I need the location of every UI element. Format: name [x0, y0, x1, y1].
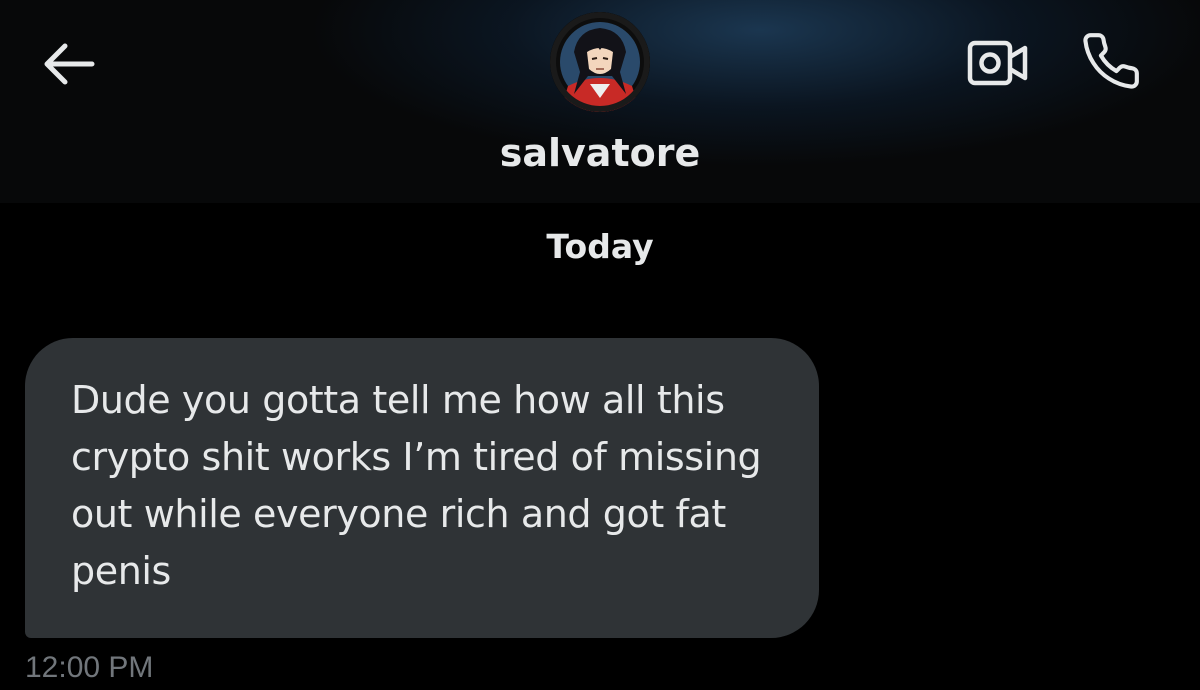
avatar[interactable] — [550, 12, 650, 112]
voice-call-button[interactable] — [1078, 30, 1144, 92]
message-timestamp: 12:00 PM — [25, 651, 154, 684]
phone-icon — [1083, 33, 1139, 89]
video-call-button[interactable] — [964, 36, 1032, 92]
video-camera-icon — [967, 40, 1028, 86]
dm-conversation-screen: salvatore Today Dude you gotta tell me h… — [0, 0, 1200, 690]
avatar-anime-character — [550, 12, 650, 112]
date-separator: Today — [546, 227, 654, 266]
conversation-header: salvatore — [0, 0, 1200, 203]
contact-name[interactable]: salvatore — [0, 128, 1200, 178]
back-button[interactable] — [38, 36, 98, 92]
received-message-bubble[interactable]: Dude you gotta tell me how all this cryp… — [25, 338, 819, 638]
message-text: Dude you gotta tell me how all this cryp… — [71, 378, 762, 593]
arrow-left-icon — [44, 43, 95, 85]
